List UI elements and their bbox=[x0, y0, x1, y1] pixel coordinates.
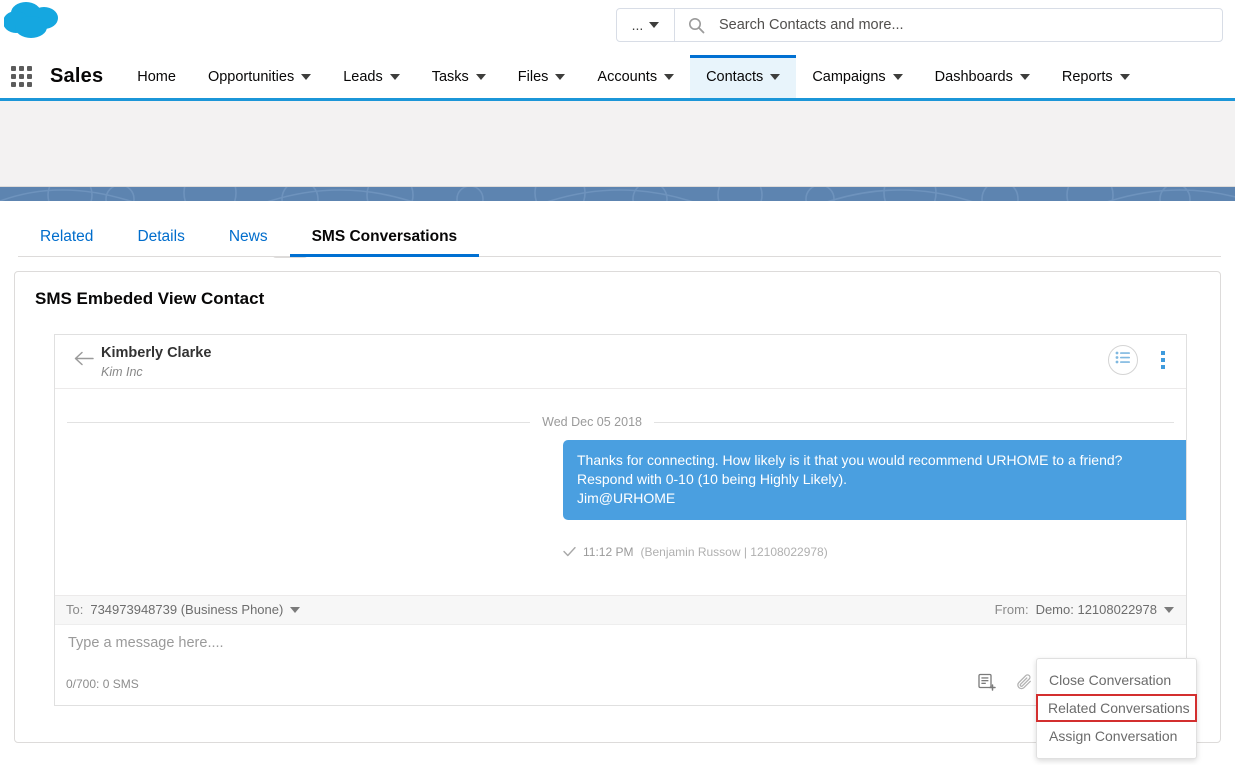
sms-composer: To: 734973948739 (Business Phone) From: … bbox=[55, 595, 1186, 705]
sms-header-actions bbox=[1108, 345, 1172, 375]
chevron-down-icon[interactable] bbox=[389, 73, 400, 80]
message-line: Jim@URHOME bbox=[577, 490, 676, 506]
nav-item-dashboards[interactable]: Dashboards bbox=[919, 55, 1046, 98]
nav-items: Home Opportunities Leads Tasks Files Acc… bbox=[121, 55, 1235, 98]
nav-item-label: Dashboards bbox=[934, 68, 1013, 85]
sms-embedded-view-card: SMS Embeded View Contact Kimberly Clarke… bbox=[14, 271, 1221, 759]
message-line: Thanks for connecting. How likely is it … bbox=[577, 452, 1123, 468]
app-navigation-bar: Sales Home Opportunities Leads Tasks Fil… bbox=[0, 55, 1235, 101]
nav-item-label: Campaigns bbox=[812, 68, 886, 85]
character-counter: 0/700: 0 SMS bbox=[66, 677, 139, 691]
day-separator: Wed Dec 05 2018 bbox=[55, 415, 1186, 429]
nav-item-label: Home bbox=[137, 68, 176, 85]
message-time: 11:12 PM bbox=[583, 545, 634, 559]
message-meta: 11:12 PM (Benjamin Russow | 12108022978) bbox=[563, 545, 828, 559]
conversation-actions-menu: Close Conversation Related Conversations… bbox=[1036, 658, 1197, 759]
nav-item-label: Files bbox=[517, 68, 549, 85]
nav-item-label: Tasks bbox=[431, 68, 469, 85]
menu-item-assign-conversation[interactable]: Assign Conversation bbox=[1037, 722, 1196, 750]
menu-item-related-conversations[interactable]: Related Conversations bbox=[1036, 694, 1197, 722]
sms-conversation-widget: Kimberly Clarke Kim Inc Wed Dec 05 2018 … bbox=[54, 334, 1187, 706]
tab-label: Details bbox=[137, 228, 185, 245]
nav-item-opportunities[interactable]: Opportunities bbox=[192, 55, 327, 98]
app-launcher-button[interactable] bbox=[0, 55, 42, 98]
sms-contact-org: Kim Inc bbox=[101, 365, 143, 379]
decorative-banner bbox=[0, 187, 1235, 201]
nav-item-reports[interactable]: Reports bbox=[1046, 55, 1146, 98]
list-view-button[interactable] bbox=[1108, 345, 1138, 375]
to-value: 734973948739 (Business Phone) bbox=[90, 602, 284, 617]
search-icon bbox=[675, 17, 717, 34]
nav-item-home[interactable]: Home bbox=[121, 55, 192, 98]
record-tabs: Related Details News SMS Conversations bbox=[0, 201, 1235, 257]
app-launcher-icon bbox=[10, 66, 32, 87]
more-actions-icon[interactable] bbox=[1154, 345, 1172, 375]
from-selector[interactable]: From: Demo: 12108022978 bbox=[995, 602, 1174, 617]
global-search[interactable]: ... bbox=[616, 8, 1223, 42]
chevron-down-icon[interactable] bbox=[1164, 606, 1174, 613]
sms-widget-header: Kimberly Clarke Kim Inc bbox=[55, 335, 1186, 389]
record-header: Contact Mrs. Kimberly Clarke bbox=[0, 101, 1235, 258]
nav-item-campaigns[interactable]: Campaigns bbox=[796, 55, 918, 98]
day-separator-label: Wed Dec 05 2018 bbox=[542, 415, 642, 429]
chevron-down-icon[interactable] bbox=[301, 73, 312, 80]
tab-label: SMS Conversations bbox=[311, 228, 458, 245]
from-value: Demo: 12108022978 bbox=[1035, 602, 1157, 617]
divider-line-left bbox=[67, 421, 531, 423]
nav-item-label: Opportunities bbox=[207, 68, 295, 85]
nav-item-contacts[interactable]: Contacts bbox=[690, 55, 797, 98]
message-input[interactable] bbox=[66, 634, 766, 652]
menu-item-label: Close Conversation bbox=[1049, 672, 1172, 688]
attachment-paperclip-icon[interactable] bbox=[1014, 672, 1036, 694]
message-bubble: Thanks for connecting. How likely is it … bbox=[563, 440, 1186, 520]
chevron-down-icon[interactable] bbox=[290, 606, 301, 613]
sms-thread: Wed Dec 05 2018 Thanks for connecting. H… bbox=[55, 389, 1186, 594]
tab-sms-conversations[interactable]: SMS Conversations bbox=[290, 228, 480, 257]
menu-item-close-conversation[interactable]: Close Conversation bbox=[1037, 666, 1196, 694]
message-sender-detail: (Benjamin Russow | 12108022978) bbox=[640, 545, 828, 559]
chevron-down-icon[interactable] bbox=[664, 73, 675, 80]
chevron-down-icon[interactable] bbox=[770, 73, 781, 80]
nav-item-label: Leads bbox=[343, 68, 383, 85]
search-scope-label: ... bbox=[631, 17, 644, 33]
menu-item-label: Related Conversations bbox=[1048, 700, 1190, 716]
chevron-down-icon[interactable] bbox=[1019, 73, 1030, 80]
delivered-check-icon bbox=[563, 545, 576, 559]
tab-news[interactable]: News bbox=[207, 228, 290, 257]
chevron-down-icon[interactable] bbox=[892, 73, 903, 80]
back-arrow-icon[interactable] bbox=[74, 351, 94, 371]
search-input[interactable] bbox=[717, 9, 1222, 41]
to-label: To: bbox=[66, 602, 84, 617]
list-view-icon bbox=[1115, 351, 1131, 369]
nav-item-label: Reports bbox=[1061, 68, 1113, 85]
chevron-down-icon[interactable] bbox=[1119, 73, 1130, 80]
global-header: ... Sales Home Opportunities bbox=[0, 0, 1235, 101]
message-line: Respond with 0-10 (10 being Highly Likel… bbox=[577, 471, 848, 487]
tab-related[interactable]: Related bbox=[18, 228, 115, 257]
chevron-down-icon bbox=[649, 22, 660, 28]
tab-label: News bbox=[228, 228, 268, 245]
chevron-down-icon[interactable] bbox=[475, 73, 486, 80]
tab-details[interactable]: Details bbox=[115, 228, 206, 257]
salesforce-cloud-logo[interactable] bbox=[3, 2, 66, 46]
search-scope-selector[interactable]: ... bbox=[617, 9, 675, 41]
card-title: SMS Embeded View Contact bbox=[35, 289, 265, 308]
nav-item-files[interactable]: Files bbox=[502, 55, 582, 98]
nav-item-leads[interactable]: Leads bbox=[327, 55, 416, 98]
address-row: To: 734973948739 (Business Phone) From: … bbox=[55, 596, 1186, 625]
nav-item-label: Accounts bbox=[597, 68, 658, 85]
from-label: From: bbox=[994, 602, 1029, 617]
divider-line-right bbox=[654, 421, 1174, 423]
template-icon[interactable] bbox=[976, 672, 998, 694]
nav-item-accounts[interactable]: Accounts bbox=[581, 55, 690, 98]
app-name: Sales bbox=[50, 65, 104, 87]
menu-item-label: Assign Conversation bbox=[1049, 728, 1178, 744]
to-selector[interactable]: To: 734973948739 (Business Phone) bbox=[66, 602, 301, 617]
sms-contact-name: Kimberly Clarke bbox=[101, 345, 212, 361]
nav-item-label: Contacts bbox=[706, 68, 764, 85]
nav-item-tasks[interactable]: Tasks bbox=[416, 55, 502, 98]
tab-label: Related bbox=[40, 228, 94, 245]
chevron-down-icon[interactable] bbox=[555, 73, 566, 80]
